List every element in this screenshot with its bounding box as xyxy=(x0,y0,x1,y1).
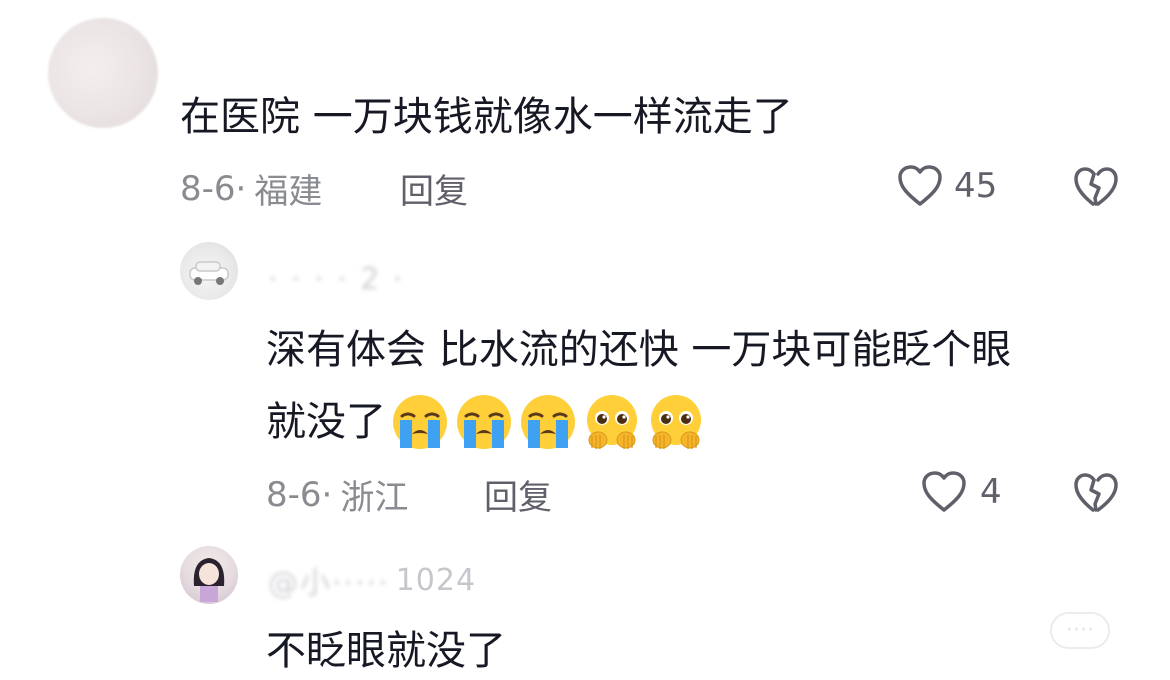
username-blurred[interactable]: @小····· xyxy=(268,558,390,602)
avatar[interactable] xyxy=(48,18,158,128)
comment-location: 浙江 xyxy=(340,478,409,518)
comment-location: 福建 xyxy=(254,172,323,212)
dislike-broken-heart-icon[interactable] xyxy=(1072,472,1120,516)
avatar[interactable] xyxy=(180,546,238,604)
like-count: 45 xyxy=(954,166,998,206)
loudly-crying-face-icon xyxy=(393,395,447,449)
comment-text-line-2: 就没了 xyxy=(266,392,706,452)
like-button[interactable]: 4 xyxy=(920,470,1002,514)
username-suffix: 1024 xyxy=(395,562,477,598)
car-photo-icon xyxy=(189,261,229,285)
pleading-face-hands-icon xyxy=(587,395,637,449)
comment-text: 就没了 xyxy=(266,399,386,445)
username[interactable]: · · · · 2 · xyxy=(268,262,404,297)
comment-text: 不眨眼就没了 xyxy=(266,628,506,674)
loudly-crying-face-icon xyxy=(457,395,511,449)
heart-outline-icon xyxy=(922,471,966,512)
comment-date: 8-6· xyxy=(266,474,333,515)
like-button[interactable]: 45 xyxy=(896,164,997,208)
comment-text: 在医院 一万块钱就像水一样流走了 xyxy=(180,94,793,140)
loudly-crying-face-icon xyxy=(521,395,575,449)
reply-button[interactable]: 回复 xyxy=(400,164,468,213)
heart-outline-icon xyxy=(898,165,942,206)
like-count: 4 xyxy=(980,472,1002,512)
pleading-face-hands-icon xyxy=(651,395,701,449)
girl-avatar-icon xyxy=(193,558,225,602)
dislike-broken-heart-icon[interactable] xyxy=(1072,166,1120,210)
reply-button[interactable]: 回复 xyxy=(484,470,552,519)
comment-text-line-1: 深有体会 比水流的还快 一万块可能眨个眼 xyxy=(266,327,1012,373)
watermark: ···· xyxy=(1050,612,1110,649)
comment-date: 8-6· xyxy=(180,168,247,209)
avatar[interactable] xyxy=(180,242,238,300)
